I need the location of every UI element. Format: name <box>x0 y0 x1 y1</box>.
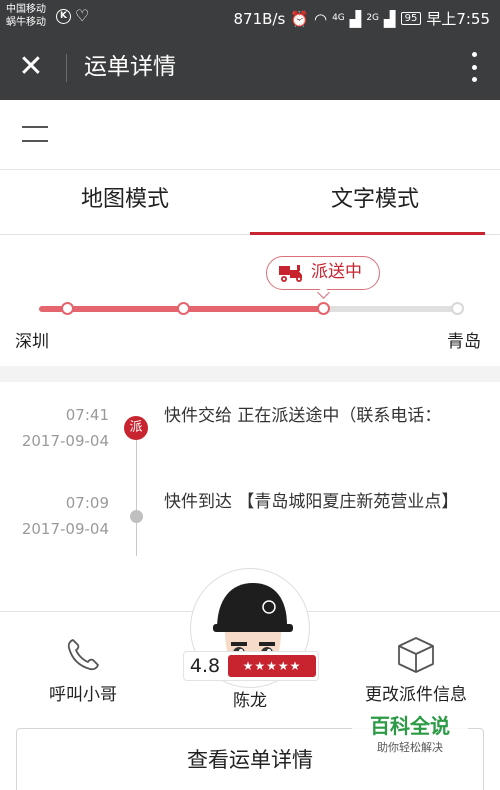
k-app-icon: K <box>56 9 71 24</box>
close-icon: ✕ <box>18 49 44 84</box>
event-time: 07:41 <box>65 406 109 424</box>
view-mode-tabs: 地图模式 文字模式 <box>0 171 500 235</box>
more-options-button[interactable] <box>470 52 478 82</box>
network-speed: 871B/s <box>233 9 286 28</box>
package-icon <box>398 637 434 673</box>
signal-icon-1: ▟ <box>349 9 362 28</box>
event-time: 07:09 <box>65 494 109 512</box>
signal-icon-2: ▟ <box>384 9 396 28</box>
wifi-icon: ◠ <box>313 9 328 28</box>
status-bar: 中国移动 蜗牛移动 K ♡ 871B/s ⏰ ◠ 4G ▟ 2G ▟ 95 早上… <box>0 0 500 34</box>
tab-text-mode[interactable]: 文字模式 <box>250 171 500 235</box>
close-button[interactable]: ✕ <box>14 51 48 85</box>
progress-dot-current <box>317 302 330 315</box>
dispatch-badge: 派 <box>124 416 148 440</box>
origin-city: 深圳 <box>15 332 49 352</box>
progress-dot-destination <box>451 302 464 315</box>
event-date: 2017-09-04 <box>21 520 109 538</box>
alarm-icon: ⏰ <box>290 9 309 28</box>
hamburger-menu-button[interactable] <box>22 126 48 142</box>
menu-icon <box>22 126 48 128</box>
event-date: 2017-09-04 <box>21 432 109 450</box>
header-divider <box>66 54 67 82</box>
clock: 早上7:55 <box>426 10 490 28</box>
watermark-logo: 百科全说 助你轻松解决 <box>352 712 468 764</box>
event-description: 快件交给 正在派送途中（联系电话： <box>164 406 442 426</box>
active-tab-indicator <box>250 232 485 235</box>
phone-icon <box>67 639 99 671</box>
page-title: 运单详情 <box>84 54 176 80</box>
progress-dot-transit <box>177 302 190 315</box>
battery-icon: 95 <box>400 12 422 25</box>
watermark-title: 百科全说 <box>370 714 450 738</box>
carrier-name-1: 中国移动 <box>6 4 46 15</box>
rating-stars: ★★★★★ <box>228 655 316 677</box>
progress-dot-origin <box>61 302 74 315</box>
delivery-scooter-icon <box>279 265 302 282</box>
change-delivery-label: 更改派件信息 <box>365 685 467 705</box>
timeline-line <box>136 428 137 556</box>
change-delivery-button[interactable]: 更改派件信息 <box>341 632 491 712</box>
app-header: ✕ 运单详情 <box>0 34 500 100</box>
network-type-2: 2G <box>366 13 380 23</box>
section-divider <box>0 366 500 382</box>
more-icon <box>471 52 477 57</box>
status-badge: 派送中 <box>266 256 380 299</box>
status-label: 派送中 <box>311 262 362 282</box>
courier-name: 陈龙 <box>233 691 267 711</box>
shipment-progress: 派送中 深圳 青岛 <box>0 236 500 366</box>
status-right: 871B/s ⏰ ◠ 4G ▟ 2G ▟ 95 早上7:55 <box>234 8 491 29</box>
courier-rating: 4.8 ★★★★★ <box>183 651 319 681</box>
timeline-dot <box>130 510 143 523</box>
watermark-subtitle: 助你轻松解决 <box>377 741 443 754</box>
event-description: 快件到达 【青岛城阳夏庄新苑营业点】 <box>164 492 459 512</box>
destination-city: 青岛 <box>447 332 481 352</box>
network-type-1: 4G <box>332 13 345 23</box>
carrier-info: 中国移动 蜗牛移动 <box>6 3 46 29</box>
menu-row <box>0 100 500 170</box>
tab-map-mode[interactable]: 地图模式 <box>0 171 250 235</box>
call-courier-label: 呼叫小哥 <box>49 685 117 705</box>
call-courier-button[interactable]: 呼叫小哥 <box>8 632 158 712</box>
heart-rate-icon: ♡ <box>75 6 90 25</box>
rating-score: 4.8 <box>189 655 221 677</box>
carrier-name-2: 蜗牛移动 <box>6 17 46 28</box>
